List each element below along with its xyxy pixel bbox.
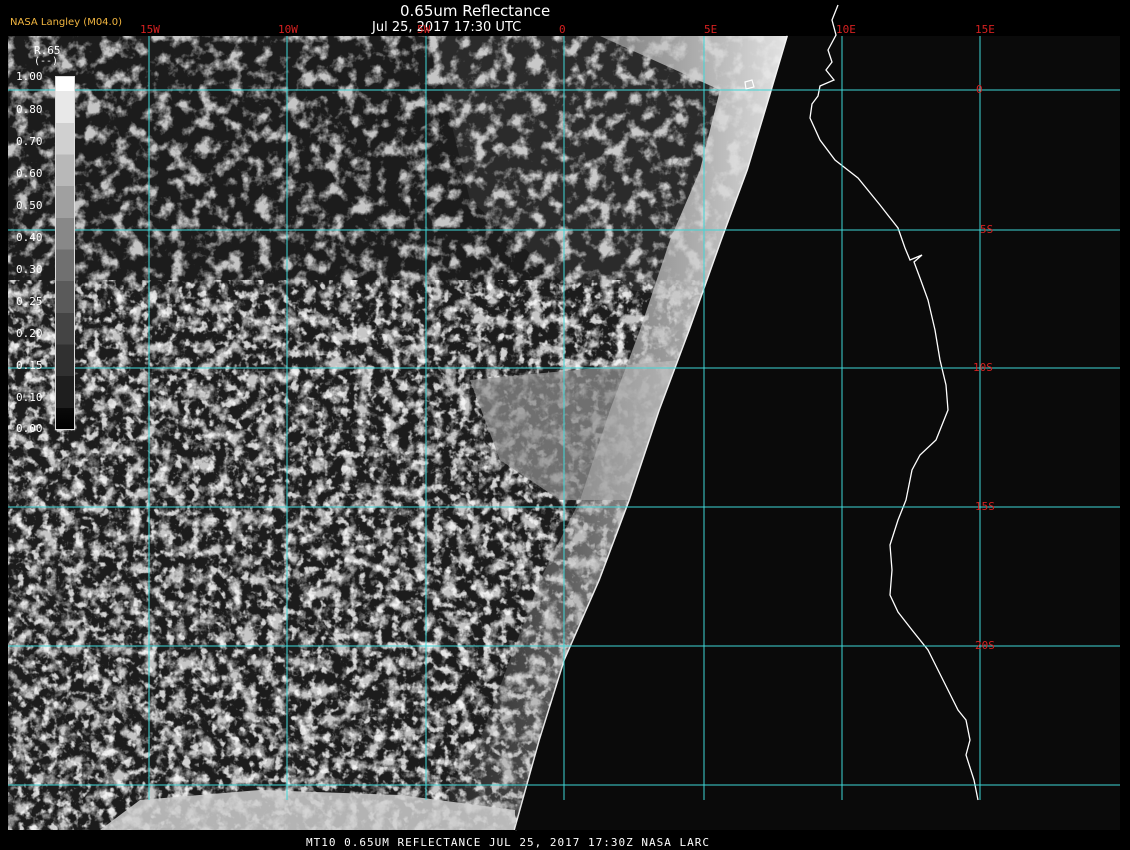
legend-tick: 0.25 <box>16 295 43 308</box>
lon-label-5e: 5E <box>704 23 718 36</box>
lat-label-10s: 10S <box>973 361 993 374</box>
legend-unit: (--) <box>34 56 59 67</box>
legend-colorbar <box>55 76 75 430</box>
lat-label-20s: 20S <box>975 639 995 652</box>
legend-tick: 0.10 <box>16 391 43 404</box>
satellite-map <box>8 4 1120 831</box>
reflectance-legend: R.65 (--) 1.00 0.80 0.70 0.60 0.50 0.40 … <box>12 40 78 440</box>
legend-tick: 0.60 <box>16 167 43 180</box>
lon-label-10e: 10E <box>836 23 856 36</box>
footer-caption: MT10 0.65UM REFLECTANCE JUL 25, 2017 17:… <box>306 836 710 849</box>
lon-label-15e: 15E <box>975 23 995 36</box>
satellite-image-viewer: 0.65um Reflectance Jul 25, 2017 17:30 UT… <box>0 0 1130 850</box>
lon-label-15w: 15W <box>140 23 160 36</box>
legend-tick: 0.15 <box>16 359 43 372</box>
lat-label-5s: 5S <box>980 223 994 236</box>
lon-label-5w: 5W <box>417 23 431 36</box>
lat-label-15s: 15S <box>975 500 995 513</box>
lon-label-0: 0 <box>559 23 566 36</box>
legend-tick: 0.70 <box>16 135 43 148</box>
lat-label-0: 0 <box>976 83 983 96</box>
credit-label: NASA Langley (M04.0) <box>10 17 122 28</box>
legend-tick: 0.20 <box>16 327 43 340</box>
image-title: 0.65um Reflectance <box>400 2 551 20</box>
lon-label-10w: 10W <box>278 23 298 36</box>
legend-tick: 0.40 <box>16 231 43 244</box>
legend-tick: 1.00 <box>16 70 43 83</box>
legend-tick: 0.50 <box>16 199 43 212</box>
legend-tick: 0.30 <box>16 263 43 276</box>
legend-tick: 0.00 <box>16 422 43 435</box>
image-datetime: Jul 25, 2017 17:30 UTC <box>372 20 522 35</box>
legend-tick: 0.80 <box>16 103 43 116</box>
